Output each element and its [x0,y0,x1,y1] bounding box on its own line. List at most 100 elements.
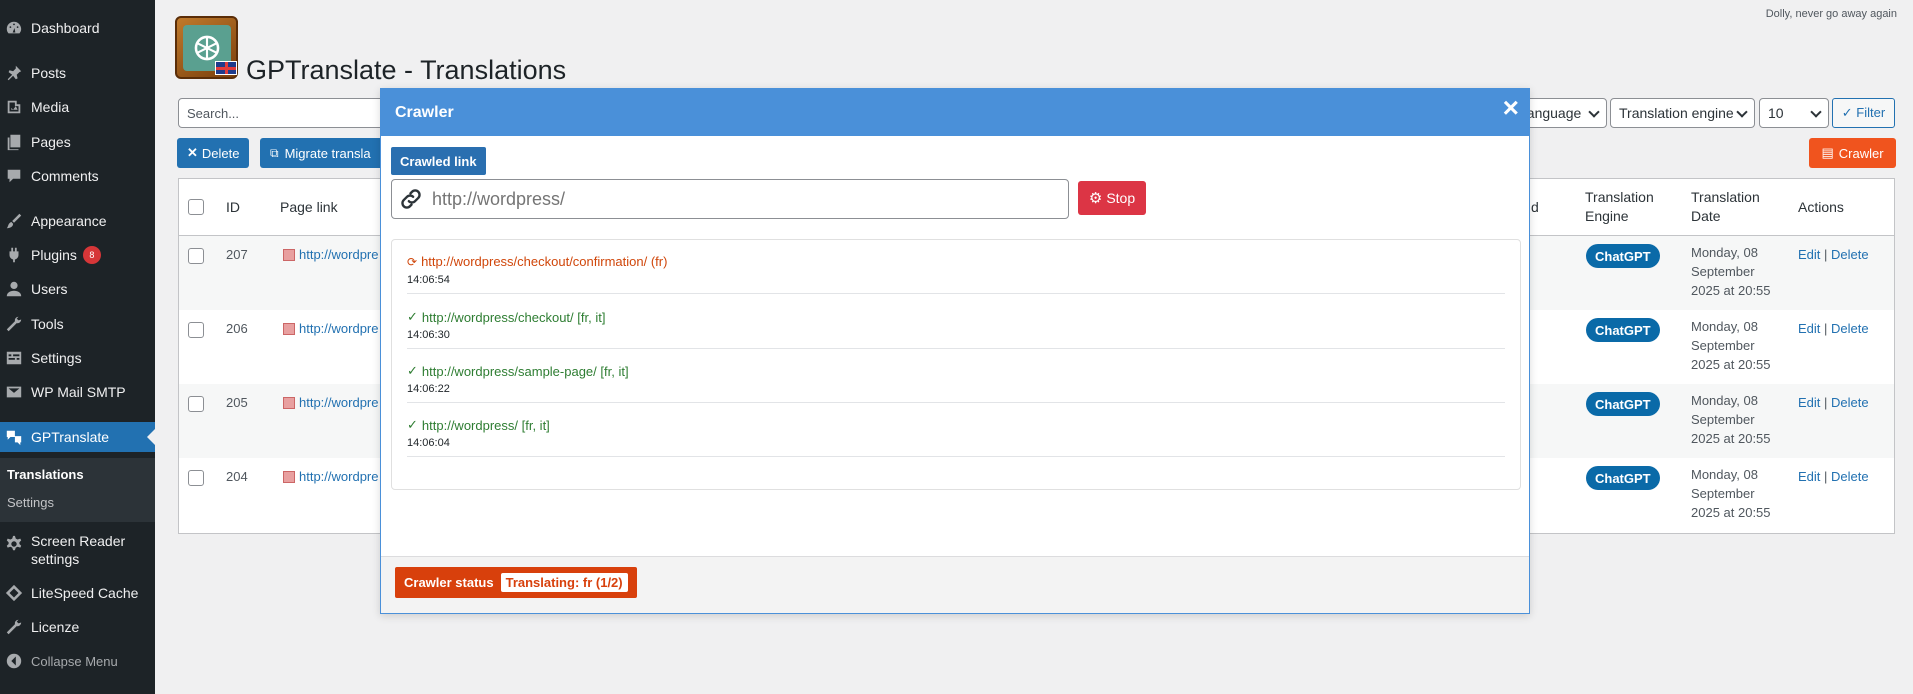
search-input[interactable] [178,98,388,128]
row-actions: Edit | Delete [1798,247,1869,262]
chevron-down-icon [1736,106,1748,118]
sidebar-item-litespeed-cache[interactable]: LiteSpeed Cache [0,578,155,608]
filter-button[interactable]: ✓ Filter [1832,98,1895,128]
edit-link[interactable]: Edit [1798,321,1820,336]
crawler-button-label: Crawler [1838,145,1884,161]
column-header-id[interactable]: ID [226,179,240,235]
sidebar-item-licenze[interactable]: Licenze [0,612,155,642]
pages-icon [4,132,24,152]
delete-link[interactable]: Delete [1831,321,1869,336]
engine-badge: ChatGPT [1586,392,1660,416]
plugin-icon [4,245,24,265]
check-icon: ✓ [407,417,418,432]
crawled-link-field [391,179,1069,219]
column-header-translation-engine[interactable]: Translation Engine [1585,179,1665,235]
action-separator: | [1824,247,1828,262]
modal-title: Crawler [395,103,454,121]
row-checkbox[interactable] [188,248,204,264]
submenu-item-translations[interactable]: Translations [7,467,84,482]
modal-header: Crawler × [381,89,1529,136]
sidebar-item-label: Settings [31,350,82,366]
dashboard-icon [4,18,24,38]
sidebar-item-comments[interactable]: Comments [0,161,155,191]
document-icon: ▤ [1821,145,1834,160]
column-header-actions: Actions [1798,198,1844,215]
row-date: Monday, 08 September 2025 at 20:55 [1691,245,1771,298]
page-icon [283,470,295,483]
sidebar-item-users[interactable]: Users [0,274,155,304]
sidebar-item-label: Comments [31,168,99,184]
row-page-link[interactable]: http://wordpre [283,247,379,262]
sidebar-item-media[interactable]: Media [0,92,155,122]
sidebar-item-label: Users [31,281,68,297]
hello-dolly-text: Dolly, never go away again [1765,8,1897,20]
stop-button[interactable]: ⚙ Stop [1078,181,1146,215]
sidebar-item-gptranslate[interactable]: GPTranslate [0,422,155,452]
row-page-link-text: http://wordpre [299,247,379,262]
sidebar-item-plugins[interactable]: Plugins 8 [0,240,155,270]
sidebar-item-wp-mail-smtp[interactable]: WP Mail SMTP [0,377,155,407]
submenu-item-settings[interactable]: Settings [7,495,54,510]
delete-button-label: Delete [201,145,240,161]
sidebar-item-dashboard[interactable]: Dashboard [0,13,155,43]
column-header-partial[interactable]: d [1531,179,1539,235]
migrate-translations-button[interactable]: ⧉ Migrate transla [260,138,390,168]
per-page-select[interactable]: 10 [1759,98,1829,128]
sidebar-item-settings[interactable]: Settings [0,343,155,373]
close-icon[interactable]: × [1503,93,1519,123]
collapse-menu-button[interactable]: Collapse Menu [0,646,155,676]
sidebar-item-posts[interactable]: Posts [0,58,155,88]
crawler-status-label: Crawler status [404,575,494,590]
row-id: 205 [226,395,248,410]
wrench-icon [4,314,24,334]
edit-link[interactable]: Edit [1798,395,1820,410]
edit-link[interactable]: Edit [1798,247,1820,262]
crawler-button[interactable]: ▤ Crawler [1809,138,1896,168]
wrench-icon [4,617,24,637]
collapse-icon [4,651,24,671]
row-checkbox[interactable] [188,322,204,338]
delete-link[interactable]: Delete [1831,469,1869,484]
sidebar-item-pages[interactable]: Pages [0,127,155,157]
crawl-log: ⟳ http://wordpress/checkout/confirmation/… [391,239,1521,490]
row-page-link[interactable]: http://wordpre [283,395,379,410]
sidebar-item-label: GPTranslate [31,429,110,445]
sidebar-item-screen-reader[interactable]: Screen Reader settings [0,532,155,572]
row-id: 206 [226,321,248,336]
comments-icon [4,166,24,186]
row-page-link-text: http://wordpre [299,469,379,484]
row-actions: Edit | Delete [1798,321,1869,336]
log-time: 14:06:30 [407,329,450,341]
select-all-checkbox[interactable] [188,199,204,215]
column-header-translation-date[interactable]: Translation Date [1691,179,1771,235]
close-icon: ✕ [187,145,198,160]
translation-engine-select[interactable]: Translation engine [1610,98,1755,128]
sidebar-item-label: Collapse Menu [31,653,118,669]
sidebar-item-appearance[interactable]: Appearance [0,206,155,236]
log-url: http://wordpress/checkout/ [fr, it] [421,309,606,325]
brush-icon [4,211,24,231]
sidebar-item-label: Posts [31,65,67,81]
row-checkbox[interactable] [188,470,204,486]
row-page-link[interactable]: http://wordpre [283,321,379,336]
sidebar-item-tools[interactable]: Tools [0,309,155,339]
log-line: ✓ http://wordpress/sample-page/ [fr, it] [407,363,629,379]
delete-link[interactable]: Delete [1831,247,1869,262]
edit-link[interactable]: Edit [1798,469,1820,484]
delete-link[interactable]: Delete [1831,395,1869,410]
engine-select-value: Translation engine [1619,105,1734,121]
crawled-link-label: Crawled link [391,147,486,175]
page-icon [283,248,295,261]
row-checkbox[interactable] [188,396,204,412]
row-page-link-text: http://wordpre [299,321,379,336]
log-line: ⟳ http://wordpress/checkout/confirmation/… [407,254,667,269]
column-header-page-link[interactable]: Page link [280,179,338,235]
link-icon [392,180,430,218]
crawled-link-input[interactable] [432,188,1052,210]
page-icon [283,396,295,409]
row-id: 204 [226,469,248,484]
engine-badge: ChatGPT [1586,466,1660,490]
delete-button[interactable]: ✕ Delete [177,138,249,168]
row-page-link[interactable]: http://wordpre [283,469,379,484]
settings-icon [4,348,24,368]
